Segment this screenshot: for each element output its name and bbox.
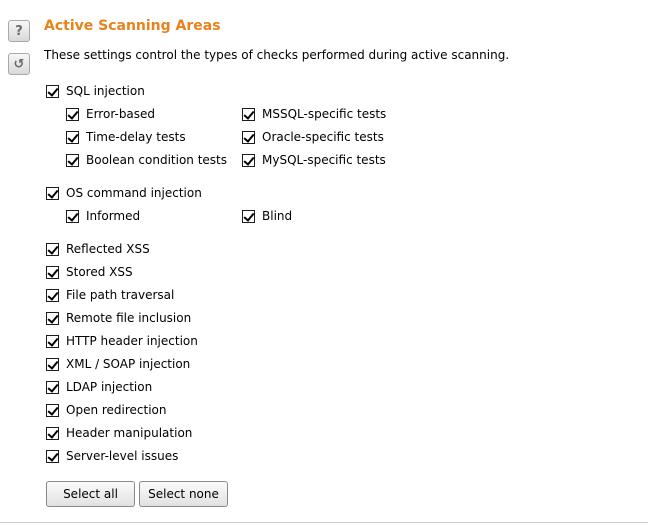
help-icon: ? xyxy=(15,23,23,39)
checkbox-label: MSSQL-specific tests xyxy=(262,107,387,121)
select-none-button[interactable]: Select none xyxy=(139,481,228,507)
checkbox-box[interactable] xyxy=(46,265,59,279)
checkbox-label: HTTP header injection xyxy=(66,334,198,348)
checkbox-box[interactable] xyxy=(46,380,59,394)
checkbox-server-level-issues[interactable]: Server-level issues xyxy=(46,448,178,464)
checkbox-label: Error-based xyxy=(86,107,156,121)
restore-defaults-button[interactable]: ↺ xyxy=(8,53,30,75)
checkbox-remote-file-inclusion[interactable]: Remote file inclusion xyxy=(46,310,191,326)
checkbox-header-manipulation[interactable]: Header manipulation xyxy=(46,425,192,441)
checkbox-mssql[interactable]: MSSQL-specific tests xyxy=(242,106,386,122)
checkbox-open-redirection[interactable]: Open redirection xyxy=(46,402,167,418)
checkbox-box[interactable] xyxy=(46,288,59,302)
help-button[interactable]: ? xyxy=(8,20,30,42)
checkbox-oracle[interactable]: Oracle-specific tests xyxy=(242,129,384,145)
checkbox-box[interactable] xyxy=(46,357,59,371)
checkbox-error-based[interactable]: Error-based xyxy=(66,106,155,122)
checkbox-box[interactable] xyxy=(46,311,59,325)
checkbox-label: Open redirection xyxy=(66,403,167,417)
checkbox-box[interactable] xyxy=(66,130,79,144)
checkbox-box[interactable] xyxy=(46,334,59,348)
checkbox-box[interactable] xyxy=(66,107,79,121)
checkbox-ldap-injection[interactable]: LDAP injection xyxy=(46,379,152,395)
checkbox-label: MySQL-specific tests xyxy=(262,153,386,167)
checkbox-box[interactable] xyxy=(46,426,59,440)
checkbox-label: Remote file inclusion xyxy=(66,311,192,325)
checkbox-sql-injection[interactable]: SQL injection xyxy=(46,83,145,99)
checkbox-box[interactable] xyxy=(46,449,59,463)
checkbox-label: Informed xyxy=(86,209,141,223)
checkbox-box[interactable] xyxy=(242,209,255,223)
checkbox-label: Blind xyxy=(262,209,293,223)
checkbox-box[interactable] xyxy=(46,242,59,256)
checkbox-label: Server-level issues xyxy=(66,449,179,463)
checkbox-label: XML / SOAP injection xyxy=(66,357,191,371)
checkbox-box[interactable] xyxy=(242,153,255,167)
checkbox-time-delay[interactable]: Time-delay tests xyxy=(66,129,186,145)
checkbox-box[interactable] xyxy=(46,403,59,417)
checkbox-box[interactable] xyxy=(66,209,79,223)
checkbox-label: LDAP injection xyxy=(66,380,153,394)
checkbox-box[interactable] xyxy=(46,186,59,200)
checkbox-blind[interactable]: Blind xyxy=(242,208,292,224)
checkbox-label: Time-delay tests xyxy=(86,130,186,144)
checkbox-boolean-condition[interactable]: Boolean condition tests xyxy=(66,152,227,168)
checkbox-label: Reflected XSS xyxy=(66,242,150,256)
section-description: These settings control the types of chec… xyxy=(44,48,510,62)
checkbox-informed[interactable]: Informed xyxy=(66,208,140,224)
checkbox-label: SQL injection xyxy=(66,84,145,98)
checkbox-label: File path traversal xyxy=(66,288,175,302)
checkbox-label: OS command injection xyxy=(66,186,202,200)
checkbox-box[interactable] xyxy=(242,130,255,144)
checkbox-label: Header manipulation xyxy=(66,426,193,440)
checkbox-os-command-injection[interactable]: OS command injection xyxy=(46,185,202,201)
checkbox-box[interactable] xyxy=(66,153,79,167)
checkbox-label: Oracle-specific tests xyxy=(262,130,384,144)
checkbox-label: Stored XSS xyxy=(66,265,133,279)
section-title: Active Scanning Areas xyxy=(44,18,221,34)
checkbox-file-path-traversal[interactable]: File path traversal xyxy=(46,287,174,303)
select-all-button[interactable]: Select all xyxy=(46,481,135,507)
checkbox-box[interactable] xyxy=(46,84,59,98)
divider xyxy=(0,522,648,523)
checkbox-http-header-injection[interactable]: HTTP header injection xyxy=(46,333,198,349)
checkbox-box[interactable] xyxy=(242,107,255,121)
checkbox-reflected-xss[interactable]: Reflected XSS xyxy=(46,241,150,257)
checkbox-stored-xss[interactable]: Stored XSS xyxy=(46,264,133,280)
checkbox-xml-soap-injection[interactable]: XML / SOAP injection xyxy=(46,356,190,372)
checkbox-mysql[interactable]: MySQL-specific tests xyxy=(242,152,386,168)
refresh-icon: ↺ xyxy=(13,56,25,72)
checkbox-label: Boolean condition tests xyxy=(86,153,227,167)
